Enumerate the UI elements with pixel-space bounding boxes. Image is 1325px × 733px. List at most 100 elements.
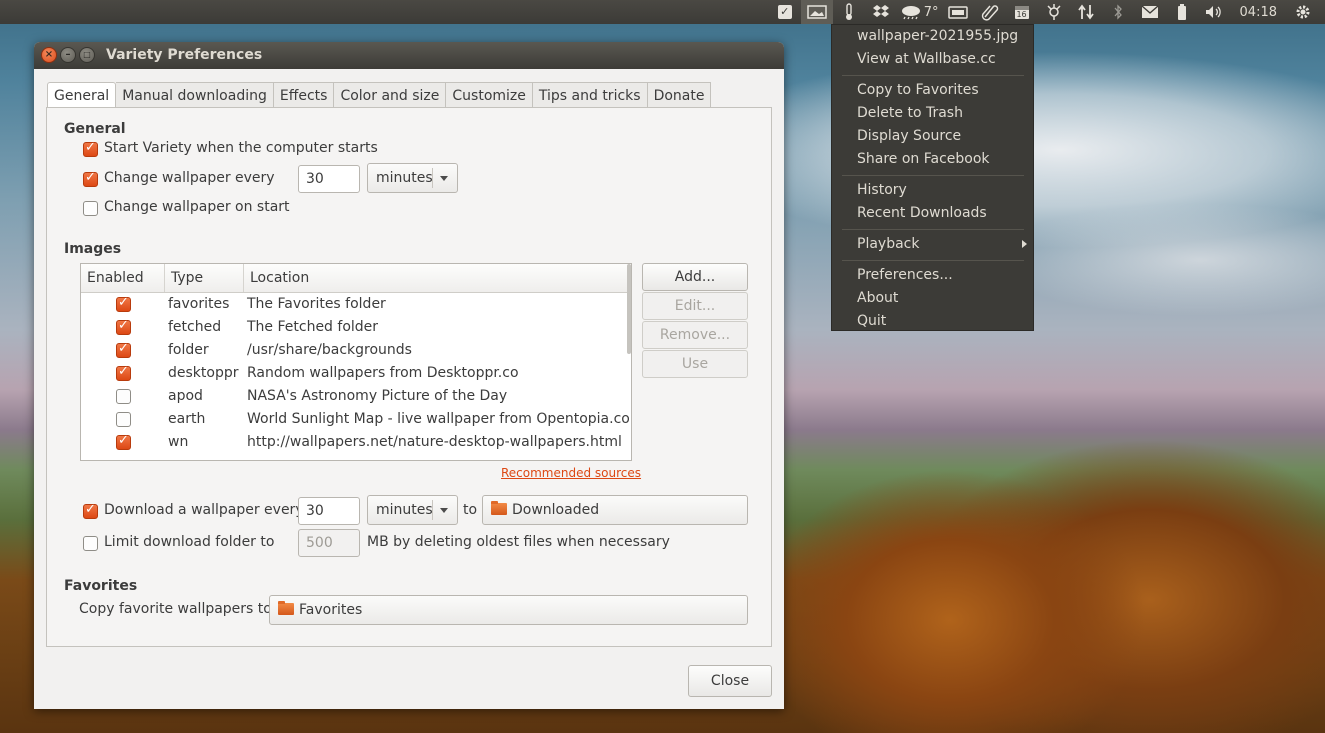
tab-manual-downloading[interactable]: Manual downloading: [116, 82, 274, 108]
table-row[interactable]: folder/usr/share/backgrounds: [81, 339, 631, 362]
source-enabled-checkbox[interactable]: [116, 318, 131, 335]
preferences-window: × – □ Variety Preferences General Manual…: [34, 42, 784, 709]
source-enabled-checkbox[interactable]: [116, 364, 131, 381]
dropdown-arrow-icon: [440, 176, 448, 181]
tab-customize[interactable]: Customize: [446, 82, 533, 108]
favorites-folder-chooser[interactable]: Favorites: [269, 595, 748, 625]
mail-icon[interactable]: [1134, 0, 1166, 24]
system-tray: ✓ 7° 16 04:18: [769, 0, 1319, 24]
change-interval-unit-select[interactable]: minutes: [367, 163, 458, 193]
table-header: Enabled Type Location: [81, 264, 631, 293]
source-type: favorites: [168, 296, 230, 312]
network-icon[interactable]: [1070, 0, 1102, 24]
table-row[interactable]: favorites The Favorites folder: [81, 293, 631, 316]
limit-folder-checkbox[interactable]: [83, 536, 98, 551]
tab-general[interactable]: General: [47, 82, 117, 109]
thermometer-icon[interactable]: [833, 0, 865, 24]
source-enabled-checkbox[interactable]: [116, 433, 131, 450]
edit-source-button[interactable]: Edit...: [642, 292, 748, 320]
favorites-heading: Favorites: [64, 578, 138, 594]
window-titlebar[interactable]: × – □ Variety Preferences: [34, 42, 784, 69]
download-checkbox[interactable]: [83, 502, 98, 519]
column-enabled[interactable]: Enabled: [81, 264, 165, 292]
menu-separator: [842, 229, 1024, 230]
dropbox-icon[interactable]: [865, 0, 897, 24]
usb-icon[interactable]: [1038, 0, 1070, 24]
source-type: earth: [168, 411, 206, 427]
tab-color-and-size[interactable]: Color and size: [334, 82, 447, 108]
menu-item-about[interactable]: About: [857, 287, 898, 309]
source-enabled-checkbox[interactable]: [116, 295, 131, 312]
source-enabled-checkbox[interactable]: [116, 341, 131, 358]
source-location: /usr/share/backgrounds: [247, 342, 412, 358]
menu-separator: [842, 175, 1024, 176]
use-source-button[interactable]: Use: [642, 350, 748, 378]
menu-separator: [842, 75, 1024, 76]
menu-item-playback[interactable]: Playback: [857, 233, 919, 255]
source-location: The Fetched folder: [247, 319, 379, 335]
close-button[interactable]: Close: [688, 665, 772, 697]
download-interval-unit-select[interactable]: minutes: [367, 495, 458, 525]
source-enabled-checkbox[interactable]: [116, 412, 131, 427]
tab-effects[interactable]: Effects: [273, 82, 335, 108]
top-panel: ✓ 7° 16 04:18: [0, 0, 1325, 24]
menu-item-recent-downloads[interactable]: Recent Downloads: [857, 202, 987, 224]
change-on-start-checkbox[interactable]: [83, 201, 98, 216]
column-type[interactable]: Type: [165, 264, 244, 292]
table-row[interactable]: desktoppr Random wallpapers from Desktopp…: [81, 362, 631, 385]
tab-tips-and-tricks[interactable]: Tips and tricks: [532, 82, 648, 108]
clock[interactable]: 04:18: [1230, 0, 1287, 24]
change-interval-unit-value: minutes: [376, 170, 433, 186]
download-to-label: to: [463, 502, 478, 518]
source-enabled-checkbox[interactable]: [116, 389, 131, 404]
table-row[interactable]: fetched The Fetched folder: [81, 316, 631, 339]
table-row[interactable]: apod NASA's Astronomy Picture of the Day: [81, 385, 631, 408]
disk-icon[interactable]: [942, 0, 974, 24]
menu-item-history[interactable]: History: [857, 179, 907, 201]
window-minimize-button[interactable]: –: [60, 47, 76, 63]
menu-item-copy-to-favorites[interactable]: Copy to Favorites: [857, 79, 979, 101]
download-interval-input[interactable]: 30: [298, 497, 360, 525]
source-location: The Favorites folder: [247, 296, 386, 312]
window-title: Variety Preferences: [106, 47, 263, 63]
folder-icon: [278, 601, 294, 615]
menu-item-delete-to-trash[interactable]: Delete to Trash: [857, 102, 963, 124]
folder-icon: [491, 501, 507, 515]
general-tab-panel: General Start Variety when the computer …: [46, 107, 772, 647]
calendar-day: 16: [1016, 10, 1027, 19]
remove-source-button[interactable]: Remove...: [642, 321, 748, 349]
source-location: World Sunlight Map - live wallpaper from…: [247, 411, 632, 427]
recommended-sources-link[interactable]: Recommended sources: [501, 466, 641, 480]
gear-icon[interactable]: [1287, 0, 1319, 24]
calendar-icon[interactable]: 16: [1006, 0, 1038, 24]
menu-item-quit[interactable]: Quit: [857, 310, 886, 332]
window-close-button[interactable]: ×: [41, 47, 57, 63]
bluetooth-icon[interactable]: [1102, 0, 1134, 24]
source-type: apod: [168, 388, 203, 404]
menu-item-view-at-source[interactable]: View at Wallbase.cc: [857, 48, 996, 70]
battery-icon[interactable]: [1166, 0, 1198, 24]
table-row[interactable]: wn http://wallpapers.net/nature-desktop-w…: [81, 431, 631, 454]
weather-icon[interactable]: 7°: [897, 0, 942, 24]
window-maximize-button[interactable]: □: [79, 47, 95, 63]
start-on-boot-checkbox[interactable]: [83, 140, 98, 157]
table-row[interactable]: earth World Sunlight Map - live wallpaper…: [81, 408, 631, 431]
tab-donate[interactable]: Donate: [647, 82, 712, 108]
column-location[interactable]: Location: [244, 264, 631, 292]
variety-icon[interactable]: [800, 0, 833, 24]
download-folder-chooser[interactable]: Downloaded: [482, 495, 748, 525]
change-interval-input[interactable]: 30: [298, 165, 360, 193]
add-source-button[interactable]: Add...: [642, 263, 748, 291]
check-icon[interactable]: ✓: [769, 0, 801, 24]
paperclip-icon[interactable]: [974, 0, 1006, 24]
limit-size-input[interactable]: 500: [298, 529, 360, 557]
volume-icon[interactable]: [1198, 0, 1230, 24]
change-wallpaper-checkbox[interactable]: [83, 170, 98, 187]
menu-item-display-source[interactable]: Display Source: [857, 125, 961, 147]
menu-item-share-facebook[interactable]: Share on Facebook: [857, 148, 990, 170]
minimize-icon: –: [65, 49, 71, 60]
start-on-boot-label: Start Variety when the computer starts: [104, 140, 378, 156]
menu-item-preferences[interactable]: Preferences...: [857, 264, 953, 286]
limit-folder-label: Limit download folder to: [104, 534, 275, 550]
menu-item-wallpaper-name[interactable]: wallpaper-2021955.jpg: [857, 25, 1018, 47]
